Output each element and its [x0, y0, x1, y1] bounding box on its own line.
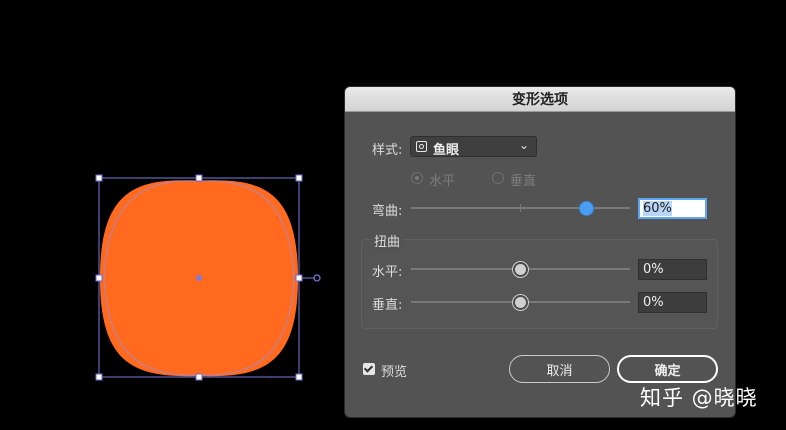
bend-slider-center-tick: [520, 204, 521, 212]
center-point-icon: [196, 275, 202, 281]
style-dropdown-value: 鱼眼: [433, 143, 460, 158]
horizontal-radio[interactable]: [411, 172, 423, 184]
distort-vertical-field[interactable]: 0%: [638, 292, 707, 313]
vertical-radio-label: 垂直: [510, 174, 537, 189]
dialog-title: 变形选项: [512, 92, 568, 108]
distort-vertical-label: 垂直:: [372, 298, 403, 313]
distort-vertical-value: 0%: [643, 295, 664, 310]
cancel-button-label: 取消: [546, 363, 573, 379]
bend-label: 弯曲:: [372, 204, 403, 219]
rotate-handle-icon[interactable]: [313, 274, 321, 282]
horizontal-radio-label: 水平: [429, 174, 456, 189]
bend-value-field[interactable]: 60%: [638, 198, 707, 219]
style-label: 样式:: [372, 143, 403, 158]
chevron-down-icon: ⌄: [518, 138, 529, 152]
distort-horizontal-field[interactable]: 0%: [638, 259, 707, 280]
preview-checkbox[interactable]: [363, 363, 375, 375]
watermark-text: 知乎 @晓晓: [640, 386, 758, 410]
distort-horizontal-thumb[interactable]: [513, 262, 528, 277]
preview-label: 预览: [381, 365, 408, 380]
bend-value-text: 60%: [643, 201, 672, 216]
ok-button[interactable]: 确定: [617, 355, 718, 383]
distort-horizontal-label: 水平:: [372, 265, 403, 280]
cancel-button[interactable]: 取消: [509, 355, 610, 383]
style-dropdown[interactable]: 鱼眼 ⌄: [410, 136, 537, 158]
ok-button-label: 确定: [654, 363, 681, 379]
distortion-group: [361, 239, 718, 329]
dialog-titlebar[interactable]: 变形选项: [345, 87, 735, 112]
fisheye-icon: [416, 141, 427, 152]
distort-vertical-thumb[interactable]: [513, 295, 528, 310]
distortion-group-title: 扭曲: [372, 231, 403, 250]
bend-slider-thumb[interactable]: [580, 202, 593, 215]
distort-horizontal-value: 0%: [643, 262, 664, 277]
vertical-radio[interactable]: [492, 172, 504, 184]
